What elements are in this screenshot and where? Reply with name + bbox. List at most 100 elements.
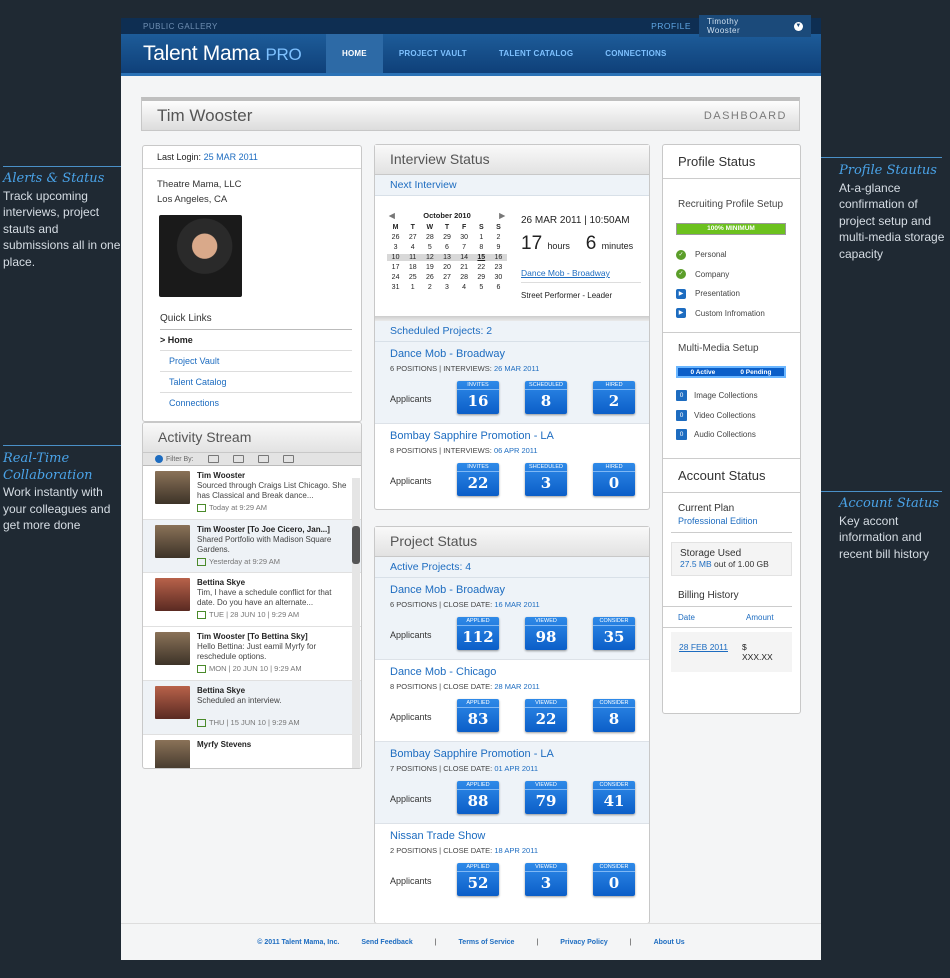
calendar-day[interactable]: 31: [387, 284, 404, 291]
calendar-day[interactable]: 1: [473, 234, 490, 241]
avatar[interactable]: [159, 215, 242, 297]
list-item[interactable]: Bettina Skye Tim, I have a schedule confl…: [143, 573, 361, 627]
privacy-link[interactable]: Privacy Policy: [560, 939, 607, 946]
calendar-day[interactable]: 9: [490, 244, 507, 251]
calendar-day[interactable]: 1: [404, 284, 421, 291]
nav-project-vault[interactable]: PROJECT VAULT: [383, 34, 483, 73]
calendar-day[interactable]: 15: [472, 254, 490, 261]
calendar-day[interactable]: 3: [387, 244, 404, 251]
calendar-day[interactable]: 17: [387, 264, 404, 271]
calendar-day[interactable]: 10: [387, 254, 405, 261]
calendar-day[interactable]: 28: [456, 274, 473, 281]
consider-stat[interactable]: CONSIDER 8: [593, 699, 635, 732]
applied-stat[interactable]: APPLIED 88: [457, 781, 499, 814]
viewed-stat[interactable]: VIEWED 79: [525, 781, 567, 814]
project-name[interactable]: Bombay Sapphire Promotion - LA: [390, 430, 634, 442]
consider-stat[interactable]: CONSIDER 35: [593, 617, 635, 650]
calendar-day[interactable]: 11: [404, 254, 422, 261]
video-collections[interactable]: 0 Video Collections: [676, 406, 800, 426]
calendar-day[interactable]: 23: [490, 264, 507, 271]
audio-collections[interactable]: 0 Audio Collections: [676, 425, 800, 445]
hired-stat[interactable]: HIRED 2: [593, 381, 635, 414]
chevron-down-icon[interactable]: ▼: [794, 21, 803, 31]
quick-link-home[interactable]: > Home: [160, 330, 352, 351]
calendar-day[interactable]: 19: [421, 264, 438, 271]
consider-stat[interactable]: CONSIDER 41: [593, 781, 635, 814]
calendar-day[interactable]: 6: [438, 244, 455, 251]
calendar-day[interactable]: 6: [490, 284, 507, 291]
project-row[interactable]: Dance Mob - Chicago 8 POSITIONS | CLOSE D…: [375, 660, 649, 742]
calendar-day[interactable]: 28: [421, 234, 438, 241]
calendar-day[interactable]: 29: [473, 274, 490, 281]
quick-link-project-vault[interactable]: Project Vault: [160, 351, 352, 372]
list-item[interactable]: Myrfy Stevens: [143, 735, 361, 768]
invites-stat[interactable]: INVITES 16: [457, 381, 499, 414]
calendar-day[interactable]: 30: [456, 234, 473, 241]
scheduled-project[interactable]: Bombay Sapphire Promotion - LA 8 POSITIO…: [375, 424, 649, 506]
calendar-day[interactable]: 30: [490, 274, 507, 281]
scheduled-stat[interactable]: SHCEDULED 3: [525, 463, 567, 496]
public-gallery-link[interactable]: PUBLIC GALLERY: [143, 22, 218, 31]
calendar-day[interactable]: 25: [404, 274, 421, 281]
project-name[interactable]: Dance Mob - Broadway: [390, 584, 634, 596]
person-add-icon[interactable]: [207, 455, 219, 463]
mail-icon[interactable]: [232, 455, 244, 463]
calendar-day[interactable]: 4: [404, 244, 421, 251]
checklist-custom-information[interactable]: ▶ Custom Infromation: [676, 304, 800, 324]
prev-month-icon[interactable]: ◀: [389, 211, 395, 220]
calendar-day[interactable]: 2: [421, 284, 438, 291]
calendar-day[interactable]: 27: [438, 274, 455, 281]
calendar-day[interactable]: 12: [421, 254, 439, 261]
calendar-day[interactable]: 18: [404, 264, 421, 271]
calendar-day[interactable]: 27: [404, 234, 421, 241]
scheduled-project[interactable]: Dance Mob - Broadway 6 POSITIONS | INTER…: [375, 342, 649, 424]
interview-project-link[interactable]: Dance Mob - Broadway: [521, 268, 641, 283]
quick-link-connections[interactable]: Connections: [160, 393, 352, 413]
project-name[interactable]: Dance Mob - Chicago: [390, 666, 634, 678]
calendar-day[interactable]: 26: [387, 234, 404, 241]
calendar-icon[interactable]: [257, 455, 269, 463]
calendar-day[interactable]: 26: [421, 274, 438, 281]
scrollbar-thumb[interactable]: [352, 526, 360, 564]
calendar-day[interactable]: 3: [438, 284, 455, 291]
profile-link[interactable]: PROFILE: [651, 21, 691, 31]
about-link[interactable]: About Us: [654, 939, 685, 946]
applied-stat[interactable]: APPLIED 52: [457, 863, 499, 896]
terms-link[interactable]: Terms of Service: [459, 939, 515, 946]
logo[interactable]: Talent Mama PRO: [143, 42, 323, 66]
bill-date-link[interactable]: 28 FEB 2011: [679, 642, 742, 662]
checklist-personal[interactable]: ✓ Personal: [676, 245, 800, 265]
list-item[interactable]: Bettina Skye Scheduled an interview. THU |…: [143, 681, 361, 735]
project-row[interactable]: Nissan Trade Show 2 POSITIONS | CLOSE DAT…: [375, 824, 649, 906]
nav-talent-catalog[interactable]: TALENT CATALOG: [483, 34, 589, 73]
calendar-day[interactable]: 8: [473, 244, 490, 251]
send-feedback-link[interactable]: Send Feedback: [361, 939, 412, 946]
user-menu[interactable]: Timothy Wooster ▼: [699, 15, 811, 37]
viewed-stat[interactable]: VIEWED 22: [525, 699, 567, 732]
project-row[interactable]: Dance Mob - Broadway 6 POSITIONS | CLOSE …: [375, 578, 649, 660]
calendar-day[interactable]: 5: [421, 244, 438, 251]
portfolio-icon[interactable]: [282, 455, 294, 463]
nav-home[interactable]: HOME: [326, 34, 383, 73]
calendar-day[interactable]: 20: [438, 264, 455, 271]
applied-stat[interactable]: APPLIED 112: [457, 617, 499, 650]
nav-connections[interactable]: CONNECTIONS: [589, 34, 682, 73]
invites-stat[interactable]: INVITES 22: [457, 463, 499, 496]
calendar-day[interactable]: 16: [489, 254, 507, 261]
quick-link-talent-catalog[interactable]: Talent Catalog: [160, 372, 352, 393]
scheduled-stat[interactable]: SCHEDULED 8: [525, 381, 567, 414]
viewed-stat[interactable]: VIEWED 3: [525, 863, 567, 896]
calendar-day[interactable]: 13: [438, 254, 456, 261]
calendar-day[interactable]: 29: [438, 234, 455, 241]
calendar-day[interactable]: 22: [473, 264, 490, 271]
calendar-day[interactable]: 21: [456, 264, 473, 271]
project-name[interactable]: Dance Mob - Broadway: [390, 348, 634, 360]
checklist-company[interactable]: ✓ Company: [676, 265, 800, 285]
calendar-day[interactable]: 2: [490, 234, 507, 241]
scrollbar[interactable]: [352, 478, 360, 768]
viewed-stat[interactable]: VIEWED 98: [525, 617, 567, 650]
image-collections[interactable]: 0 Image Collections: [676, 386, 800, 406]
list-item[interactable]: Tim Wooster [To Joe Cicero, Jan...] Share…: [143, 520, 361, 573]
applied-stat[interactable]: APPLIED 83: [457, 699, 499, 732]
calendar-day[interactable]: 14: [455, 254, 473, 261]
